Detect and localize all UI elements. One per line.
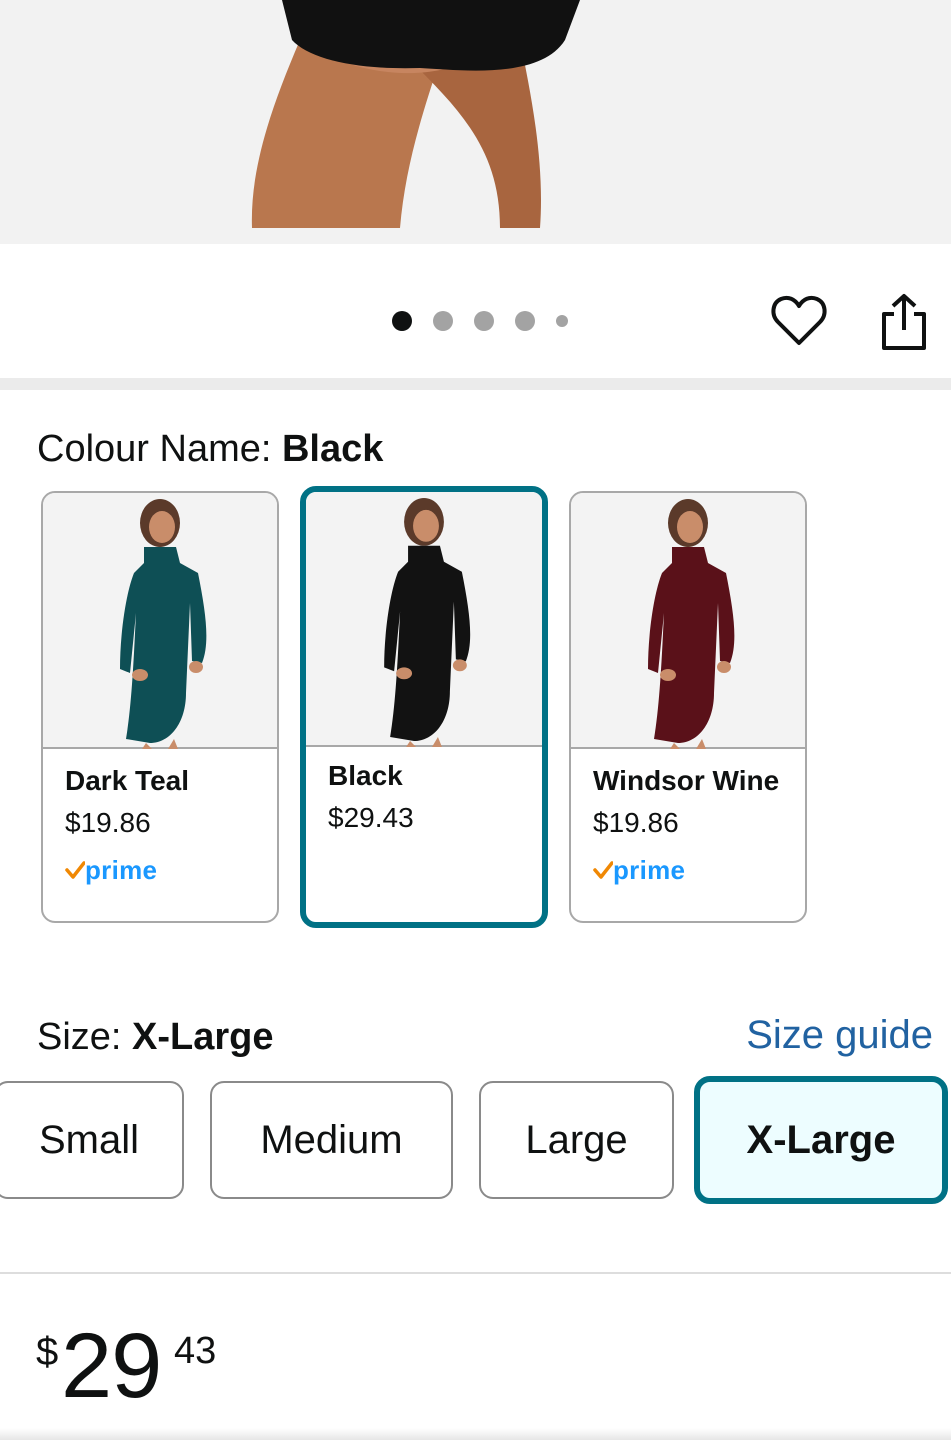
size-label: Size:	[37, 1016, 133, 1058]
carousel-dot-1[interactable]	[392, 311, 412, 331]
prime-text: prime	[85, 854, 158, 885]
bottom-fade	[0, 1428, 951, 1440]
dress-model-image	[384, 497, 471, 747]
prime-check-icon	[65, 861, 85, 879]
size-option-large[interactable]: Large	[479, 1081, 674, 1199]
colour-swatch-windsor-wine[interactable]: Windsor Wine $19.86 prime	[569, 491, 807, 923]
swatch-price: $19.86	[593, 807, 679, 838]
wishlist-button[interactable]	[770, 294, 828, 348]
size-option-small[interactable]: Small	[0, 1081, 184, 1199]
colour-selected-value: Black	[281, 428, 384, 470]
colour-label: Colour Name:	[37, 428, 282, 470]
prime-text: prime	[613, 854, 686, 885]
prime-check-icon	[593, 861, 613, 879]
section-divider	[0, 1272, 951, 1274]
size-guide-link[interactable]: Size guide	[746, 1013, 933, 1058]
size-selected-value: X-Large	[132, 1016, 274, 1058]
carousel-dot-2[interactable]	[433, 311, 453, 331]
product-image[interactable]	[0, 0, 951, 244]
price-whole: 29	[61, 1315, 162, 1417]
prime-badge: prime	[593, 855, 685, 885]
swatch-name: Black	[328, 760, 403, 791]
share-icon	[882, 294, 926, 350]
swatch-thumbnail	[43, 493, 277, 749]
swatch-name: Dark Teal	[65, 765, 189, 796]
section-divider	[0, 378, 951, 390]
image-carousel-controls	[0, 244, 951, 378]
product-photo-legs	[0, 0, 951, 244]
carousel-dot-4[interactable]	[515, 311, 535, 331]
price-fraction: 43	[174, 1330, 217, 1372]
carousel-dots[interactable]	[392, 311, 589, 331]
dress-model-image	[120, 499, 207, 749]
colour-swatch-dark-teal[interactable]: Dark Teal $19.86 prime	[41, 491, 279, 923]
heart-icon	[771, 295, 827, 345]
colour-swatch-black[interactable]: Black $29.43	[300, 486, 548, 928]
swatch-price: $29.43	[328, 802, 414, 833]
price-currency-symbol: $	[36, 1330, 59, 1374]
carousel-dot-5[interactable]	[556, 315, 568, 327]
swatch-name: Windsor Wine	[593, 765, 780, 796]
swatch-price: $19.86	[65, 807, 151, 838]
swatch-thumbnail	[306, 492, 542, 747]
size-option-x-large[interactable]: X-Large	[694, 1076, 948, 1204]
prime-badge: prime	[65, 855, 157, 885]
dress-model-image	[648, 499, 735, 749]
size-heading: Size: X-Large	[37, 1016, 274, 1059]
share-button[interactable]	[878, 292, 930, 352]
size-option-medium[interactable]: Medium	[210, 1081, 453, 1199]
swatch-thumbnail	[571, 493, 805, 749]
colour-heading: Colour Name: Black	[37, 428, 383, 471]
carousel-dot-3[interactable]	[474, 311, 494, 331]
